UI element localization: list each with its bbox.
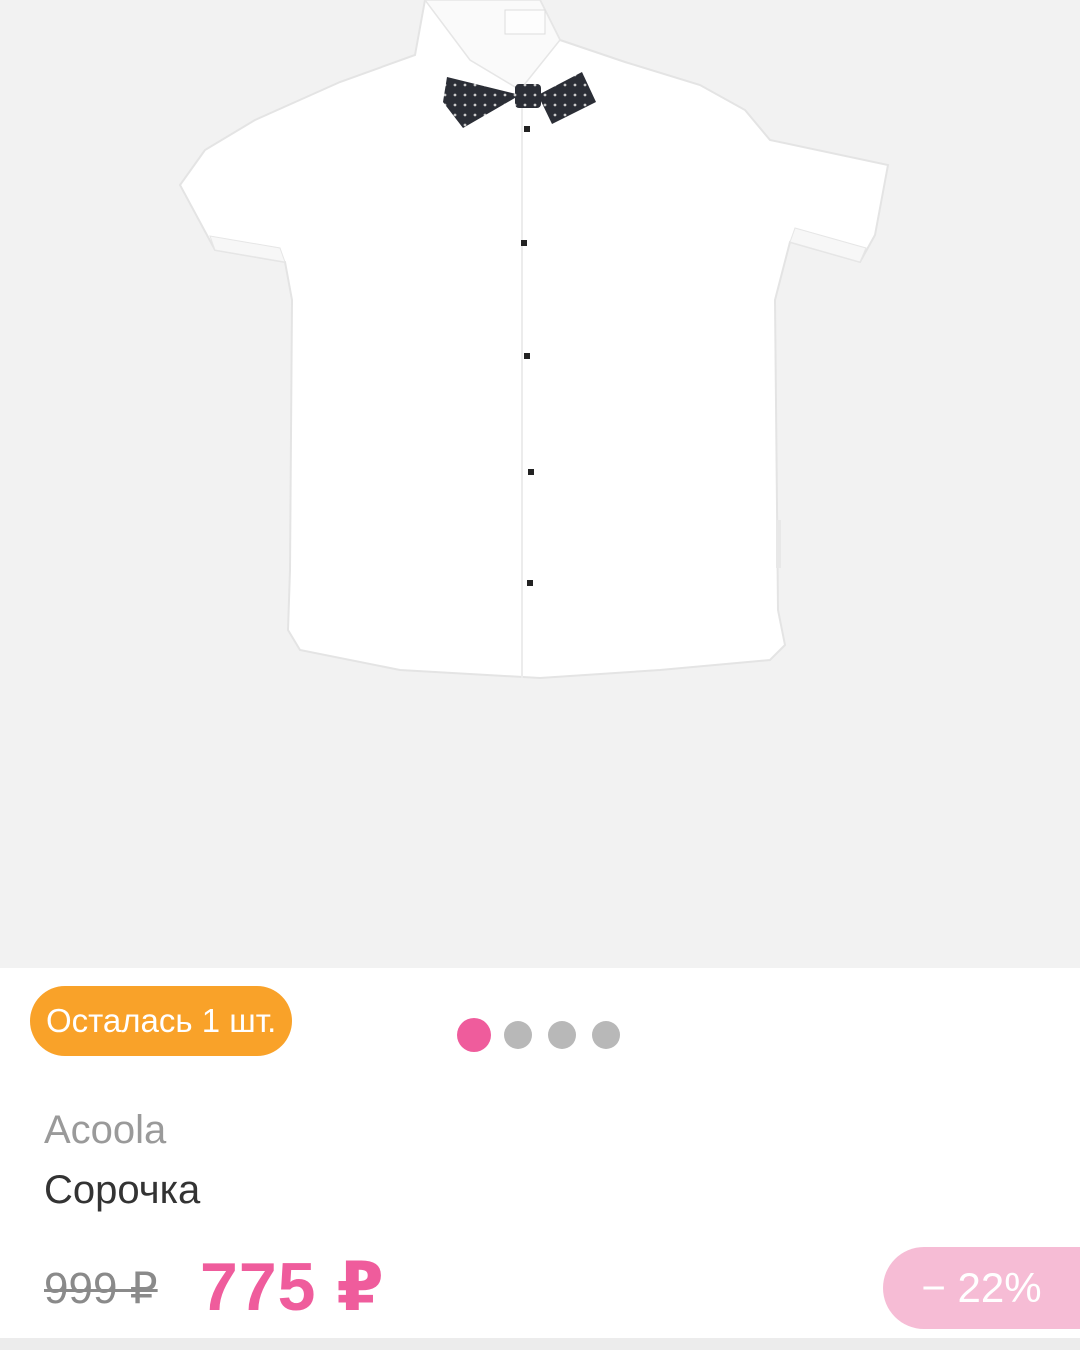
- shirt-image: [178, 0, 890, 680]
- carousel-dot-2[interactable]: [504, 1021, 532, 1049]
- discount-badge: − 22%: [883, 1247, 1080, 1329]
- carousel-dot-1[interactable]: [457, 1018, 491, 1052]
- product-card[interactable]: Осталась 1 шт. Acoola Сорочка 999 ₽ 775 …: [0, 968, 1080, 1350]
- divider: [0, 1338, 1080, 1350]
- current-price: 775 ₽: [200, 1249, 385, 1325]
- brand-name: Acoola: [44, 1108, 167, 1152]
- carousel-dot-4[interactable]: [592, 1021, 620, 1049]
- product-title: Сорочка: [44, 1168, 201, 1212]
- old-price: 999 ₽: [44, 1264, 158, 1313]
- carousel-dot-3[interactable]: [548, 1021, 576, 1049]
- stock-badge: Осталась 1 шт.: [30, 986, 293, 1056]
- product-photo[interactable]: [0, 0, 1080, 968]
